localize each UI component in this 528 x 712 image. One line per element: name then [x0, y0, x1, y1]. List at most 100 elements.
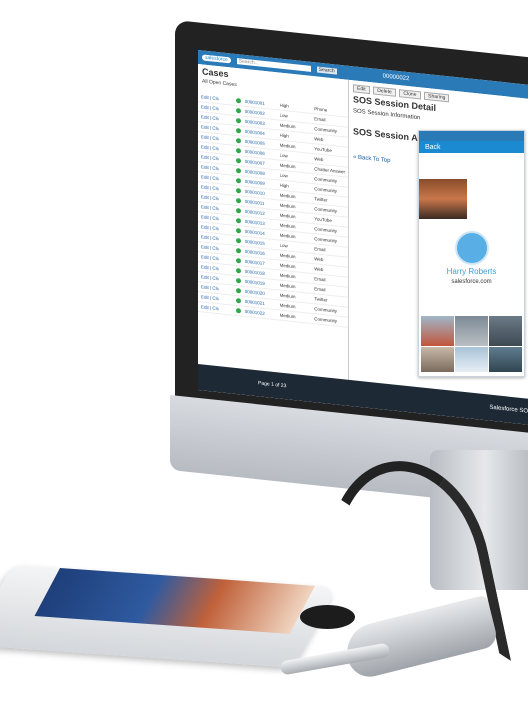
case-number[interactable]: 00001003 [245, 119, 276, 127]
case-number[interactable]: 00001021 [245, 299, 276, 307]
row-action-link[interactable]: Edit | Cls [201, 204, 232, 212]
case-origin: Community [314, 316, 338, 324]
row-action-link[interactable]: Edit | Cls [201, 244, 232, 252]
photo-thumbnail[interactable] [489, 347, 522, 372]
photo-thumbnail[interactable] [455, 347, 488, 372]
row-action-link[interactable]: Edit | Cls [201, 114, 232, 122]
case-number[interactable]: 00001020 [245, 289, 276, 297]
row-action-link[interactable]: Edit | Cls [201, 184, 232, 192]
case-number[interactable]: 00001017 [245, 259, 276, 267]
case-origin: Community [314, 186, 338, 194]
sos-phone-panel: Back Harry Roberts salesforce.com [418, 130, 525, 377]
row-action-link[interactable]: Edit | Cls [201, 264, 232, 272]
case-origin: YouTube [314, 146, 332, 154]
case-number[interactable]: 00001018 [245, 269, 276, 277]
case-number[interactable]: 00001013 [245, 219, 276, 227]
search-button[interactable]: Search [316, 66, 337, 75]
case-origin: Email [314, 286, 326, 293]
case-number[interactable]: 00001015 [245, 239, 276, 247]
row-action-link[interactable]: Edit | Cls [201, 284, 232, 292]
status-dot-icon [235, 177, 241, 184]
row-action-link[interactable]: Edit | Cls [201, 144, 232, 152]
case-priority: Medium [279, 202, 296, 210]
case-number[interactable]: 00001005 [245, 139, 276, 147]
case-origin: Community [314, 306, 338, 314]
case-origin: Web [314, 156, 324, 163]
phone-nav-bar: Back [419, 141, 524, 153]
taskbar-sos-label[interactable]: Salesforce SOS [489, 405, 528, 415]
case-origin: Community [314, 206, 338, 214]
case-number[interactable]: 00001006 [245, 149, 276, 157]
case-priority: Low [279, 152, 288, 159]
agent-video-thumbnail [419, 179, 467, 219]
row-action-link[interactable]: Edit | Cls [201, 274, 232, 282]
row-action-link[interactable]: Edit | Cls [201, 94, 232, 102]
status-dot-icon [235, 307, 241, 314]
case-origin: Twitter [314, 296, 328, 303]
status-dot-icon [235, 217, 241, 224]
case-origin: Twitter [314, 196, 328, 203]
case-priority: High [279, 132, 289, 139]
row-action-link[interactable]: Edit | Cls [201, 214, 232, 222]
row-action-link[interactable]: Edit | Cls [201, 164, 232, 172]
photo-thumbnail[interactable] [489, 316, 522, 346]
row-action-link[interactable]: Edit | Cls [201, 234, 232, 242]
status-dot-icon [235, 297, 241, 304]
case-origin: Community [314, 126, 338, 134]
row-action-link[interactable]: Edit | Cls [201, 224, 232, 232]
back-button[interactable]: Back [425, 144, 441, 151]
case-number[interactable]: 00001022 [245, 309, 276, 317]
case-priority: Medium [279, 212, 296, 220]
status-dot-icon [235, 117, 241, 124]
case-priority: Medium [279, 312, 296, 320]
case-number[interactable]: 00001007 [245, 159, 276, 167]
case-number[interactable]: 00001014 [245, 229, 276, 237]
case-number[interactable]: 00001009 [245, 179, 276, 187]
edit-button[interactable]: Edit [353, 84, 370, 95]
case-priority: Low [279, 242, 288, 249]
photo-thumbnail[interactable] [421, 347, 454, 372]
case-number[interactable]: 00001001 [245, 99, 276, 107]
case-number[interactable]: 00001019 [245, 279, 276, 287]
case-priority: Medium [279, 122, 296, 130]
cases-list-pane: Cases All Open Cases Edit | Cls 00001001 H… [198, 64, 349, 380]
case-origin: YouTube [314, 216, 332, 224]
row-action-link[interactable]: Edit | Cls [201, 134, 232, 142]
case-priority: Medium [279, 192, 296, 200]
photo-thumbnail[interactable] [421, 316, 454, 346]
case-tab[interactable]: 00000022 [383, 73, 410, 82]
case-origin: Phone [314, 106, 328, 113]
photo-thumbnail[interactable] [455, 316, 488, 346]
case-priority: Medium [279, 262, 296, 270]
case-origin: Community [314, 176, 338, 184]
case-number[interactable]: 00001008 [245, 169, 276, 177]
status-dot-icon [235, 167, 241, 174]
case-origin: Chatter Answers [314, 166, 345, 175]
row-action-link[interactable]: Edit | Cls [201, 124, 232, 132]
case-priority: Medium [279, 282, 296, 290]
row-action-link[interactable]: Edit | Cls [201, 104, 232, 112]
case-origin: Email [314, 246, 326, 253]
case-priority: Medium [279, 162, 296, 170]
row-action-link[interactable]: Edit | Cls [201, 174, 232, 182]
case-priority: Medium [279, 302, 296, 310]
case-number[interactable]: 00001012 [245, 209, 276, 217]
status-dot-icon [235, 137, 241, 144]
case-origin: Community [314, 236, 338, 244]
status-dot-icon [235, 267, 241, 274]
case-number[interactable]: 00001011 [245, 199, 276, 207]
row-action-link[interactable]: Edit | Cls [201, 154, 232, 162]
case-origin: Email [314, 116, 326, 123]
row-action-link[interactable]: Edit | Cls [201, 294, 232, 302]
cases-table: Edit | Cls 00001001 High Phone Edit | Cls 000… [198, 92, 348, 328]
row-action-link[interactable]: Edit | Cls [201, 254, 232, 262]
case-number[interactable]: 00001016 [245, 249, 276, 257]
case-priority: Low [279, 172, 288, 179]
case-priority: Medium [279, 252, 296, 260]
case-number[interactable]: 00001004 [245, 129, 276, 137]
row-action-link[interactable]: Edit | Cls [201, 304, 232, 312]
case-number[interactable]: 00001010 [245, 189, 276, 197]
contact-name: Harry Roberts [446, 267, 497, 276]
case-number[interactable]: 00001002 [245, 109, 276, 117]
row-action-link[interactable]: Edit | Cls [201, 194, 232, 202]
